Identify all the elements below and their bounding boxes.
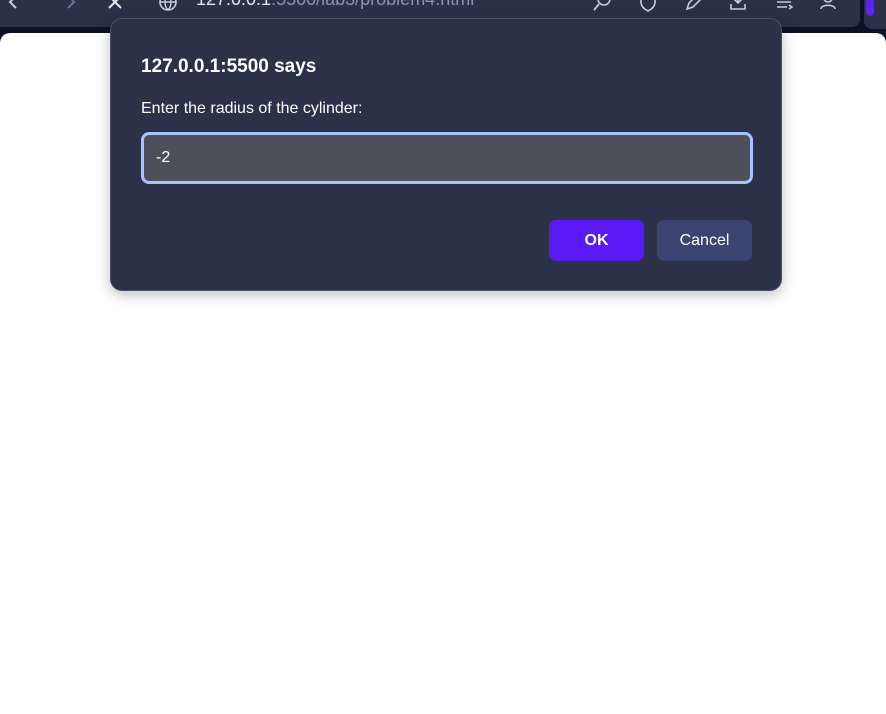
url-path: :5500/lab3/problem4.html: [271, 0, 474, 9]
sidebar-accent: [866, 0, 874, 16]
back-arrow-icon[interactable]: [2, 0, 26, 14]
address-bar-url[interactable]: 127.0.0.1:5500/lab3/problem4.html: [196, 0, 474, 10]
favorites-icon[interactable]: [772, 0, 796, 14]
url-host: 127.0.0.1: [196, 0, 271, 9]
close-icon[interactable]: [103, 0, 127, 14]
dialog-title: 127.0.0.1:5500 says: [141, 56, 317, 77]
globe-icon[interactable]: [156, 0, 180, 14]
pen-icon[interactable]: [682, 0, 706, 14]
radius-input[interactable]: [141, 132, 753, 184]
shield-icon[interactable]: [636, 0, 660, 14]
ok-button[interactable]: OK: [549, 220, 644, 261]
forward-arrow-icon[interactable]: [58, 0, 82, 14]
cancel-button[interactable]: Cancel: [657, 220, 752, 261]
profile-icon[interactable]: [816, 0, 840, 14]
prompt-dialog: 127.0.0.1:5500 says Enter the radius of …: [110, 18, 782, 291]
magnifier-icon[interactable]: [590, 0, 614, 14]
download-icon[interactable]: [726, 0, 750, 14]
dialog-message: Enter the radius of the cylinder:: [141, 100, 363, 117]
